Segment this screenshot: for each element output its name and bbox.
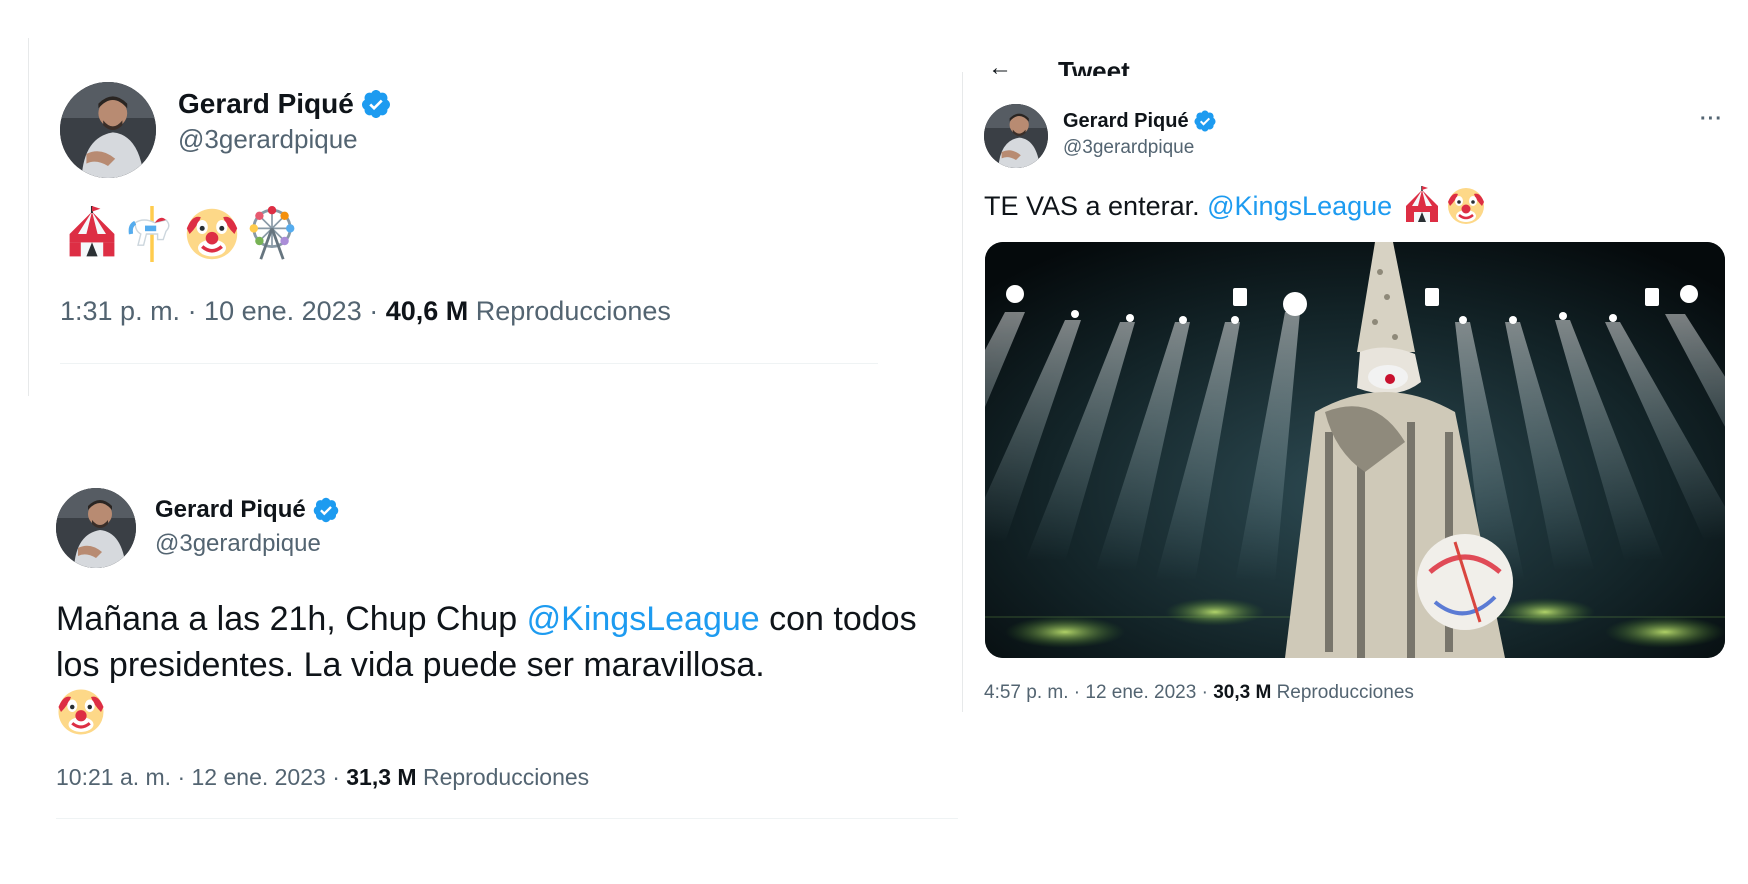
clown-face-icon: [185, 207, 239, 261]
verified-icon: [361, 90, 390, 118]
views-label[interactable]: Reproducciones: [476, 296, 671, 326]
clown-face-icon: [1446, 186, 1486, 226]
views-label[interactable]: Reproducciones: [423, 764, 589, 790]
back-arrow-icon[interactable]: ←: [988, 56, 1012, 77]
header-title: Tweet: [1058, 56, 1130, 76]
mention-link[interactable]: @KingsLeague: [527, 600, 760, 638]
tweet1-meta: 1:31 p. m. · 10 ene. 2023 · 40,6 M Repro…: [60, 296, 671, 327]
tweet-header: ← Tweet: [984, 50, 1184, 77]
tweet2-meta: 10:21 a. m. · 12 ene. 2023 · 31,3 M Repr…: [56, 764, 589, 791]
author-handle[interactable]: @3gerardpique: [155, 530, 340, 558]
view-count: 30,3 M: [1213, 682, 1272, 703]
avatar[interactable]: [984, 104, 1048, 168]
left-border: [28, 38, 29, 396]
avatar[interactable]: [56, 488, 136, 568]
more-options-button[interactable]: ···: [1700, 108, 1723, 131]
author-name-row[interactable]: Gerard Piqué: [178, 88, 392, 120]
author-name[interactable]: Gerard Piqué: [1063, 110, 1189, 133]
tweet2-author: Gerard Piqué @3gerardpique: [155, 496, 340, 558]
column-border: [962, 72, 963, 712]
circus-tent-icon: [68, 206, 116, 258]
tweet3-author: Gerard Piqué @3gerardpique: [1063, 109, 1217, 159]
tweet1-author: Gerard Piqué @3gerardpique: [178, 88, 392, 155]
media-image: [985, 242, 1725, 658]
tweet-text-part: Mañana a las 21h, Chup Chup: [56, 600, 527, 638]
clown-face-icon: [56, 687, 106, 737]
author-name-row[interactable]: Gerard Piqué: [155, 496, 340, 524]
tweet3-meta: 4:57 p. m. · 12 ene. 2023 · 30,3 M Repro…: [984, 682, 1414, 704]
mention-link[interactable]: @KingsLeague: [1207, 191, 1392, 222]
tweet-media-photo[interactable]: [985, 242, 1725, 658]
circus-tent-icon: [1405, 186, 1439, 223]
tweet1-text: [64, 206, 300, 262]
timestamp[interactable]: 10:21 a. m. · 12 ene. 2023 ·: [56, 764, 346, 790]
timestamp[interactable]: 1:31 p. m. · 10 ene. 2023 ·: [60, 296, 386, 326]
ferris-wheel-icon: [248, 206, 296, 261]
tweet-text-part: TE VAS a enterar.: [984, 190, 1208, 221]
timestamp[interactable]: 4:57 p. m. · 12 ene. 2023 ·: [984, 682, 1213, 703]
views-label[interactable]: Reproducciones: [1277, 682, 1414, 703]
tweet3-text: TE VAS a enterar. @KingsLeague: [984, 186, 1486, 226]
divider: [56, 818, 958, 819]
author-name[interactable]: Gerard Piqué: [155, 496, 306, 524]
tweet2-text: Mañana a las 21h, Chup Chup @KingsLeague…: [56, 596, 956, 737]
author-handle[interactable]: @3gerardpique: [178, 124, 392, 155]
view-count: 31,3 M: [346, 764, 417, 790]
author-handle[interactable]: @3gerardpique: [1063, 137, 1217, 159]
divider: [60, 363, 878, 364]
author-name[interactable]: Gerard Piqué: [178, 88, 354, 120]
verified-icon: [1194, 110, 1216, 132]
carousel-horse-icon: [124, 206, 180, 262]
verified-icon: [313, 497, 338, 523]
view-count: 40,6 M: [385, 296, 469, 326]
author-name-row[interactable]: Gerard Piqué: [1063, 109, 1217, 133]
avatar[interactable]: [60, 82, 156, 178]
